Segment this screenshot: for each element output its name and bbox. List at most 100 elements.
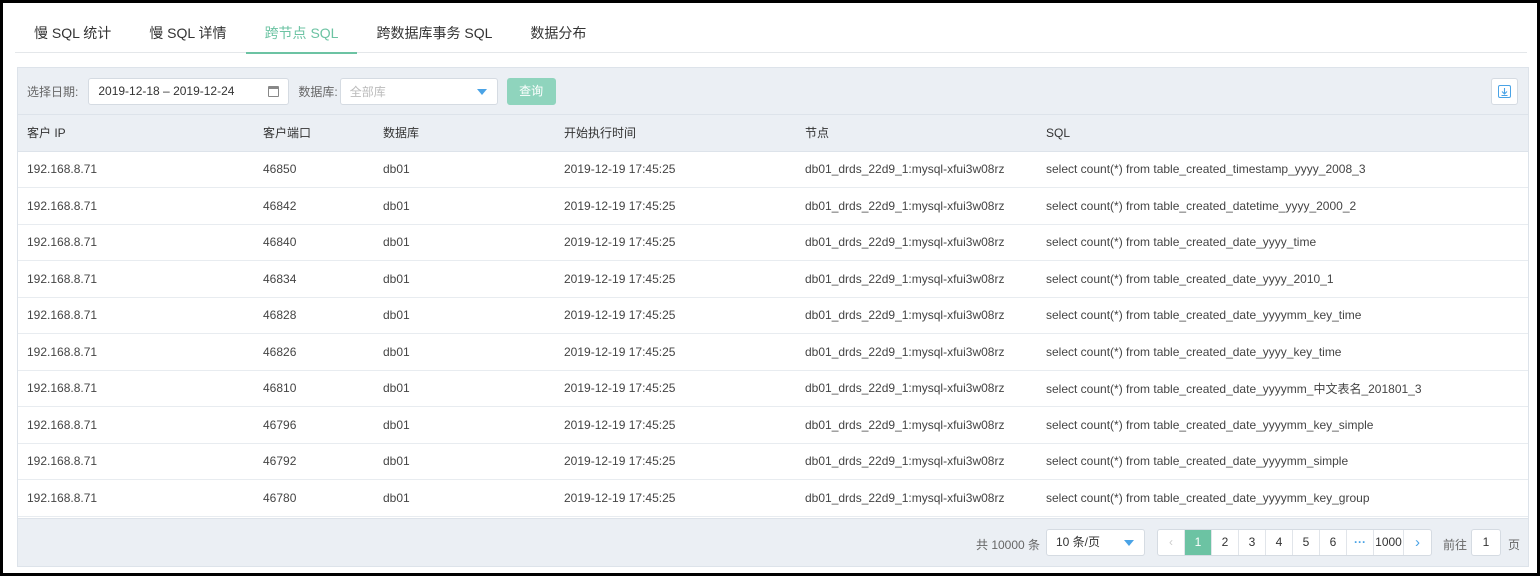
cell-node: db01_drds_22d9_1:mysql-xfui3w08rz: [805, 417, 1005, 432]
date-label: 选择日期:: [27, 84, 79, 99]
table-row[interactable]: 192.168.8.71 46792 db01 2019-12-19 17:45…: [18, 443, 1528, 480]
table-row[interactable]: 192.168.8.71 46828 db01 2019-12-19 17:45…: [18, 297, 1528, 334]
cell-database: db01: [383, 381, 410, 396]
table-row[interactable]: 192.168.8.71 46840 db01 2019-12-19 17:45…: [18, 224, 1528, 261]
page-button[interactable]: 2: [1212, 530, 1239, 555]
cell-database: db01: [383, 271, 410, 286]
cell-database: db01: [383, 308, 410, 323]
cell-start-time: 2019-12-19 17:45:25: [564, 454, 676, 469]
column-header-database[interactable]: 数据库: [383, 115, 564, 152]
cell-node: db01_drds_22d9_1:mysql-xfui3w08rz: [805, 271, 1005, 286]
cell-database: db01: [383, 417, 410, 432]
cell-client-port: 46780: [263, 490, 297, 505]
column-header-client-ip[interactable]: 客户 IP: [18, 115, 263, 152]
cell-client-port: 46792: [263, 454, 297, 469]
cell-database: db01: [383, 344, 410, 359]
cell-client-port: 46840: [263, 235, 297, 250]
cell-client-port: 46826: [263, 344, 297, 359]
cell-client-ip: 192.168.8.71: [27, 417, 98, 432]
database-select-value: 全部库: [349, 84, 386, 99]
table-row[interactable]: 192.168.8.71 46842 db01 2019-12-19 17:45…: [18, 188, 1528, 224]
column-header-sql[interactable]: SQL: [1046, 115, 1528, 152]
cell-node: db01_drds_22d9_1:mysql-xfui3w08rz: [805, 235, 1005, 250]
database-select[interactable]: 全部库: [339, 77, 498, 105]
table-body: 192.168.8.71 46850 db01 2019-12-19 17:45…: [18, 151, 1528, 516]
cell-start-time: 2019-12-19 17:45:25: [564, 235, 676, 250]
cell-database: db01: [383, 162, 410, 177]
cell-client-port: 46842: [263, 198, 297, 213]
cell-sql: select count(*) from table_created_date_…: [1046, 344, 1342, 359]
cell-sql: select count(*) from table_created_times…: [1046, 162, 1366, 177]
cell-client-ip: 192.168.8.71: [27, 271, 98, 286]
chevron-down-icon: [476, 88, 487, 95]
cell-node: db01_drds_22d9_1:mysql-xfui3w08rz: [805, 344, 1005, 359]
tab-cross-db-transaction-sql[interactable]: 跨数据库事务 SQL: [357, 13, 511, 53]
chevron-left-icon[interactable]: ‹: [1158, 530, 1185, 555]
column-header-client-port[interactable]: 客户端口: [263, 115, 383, 152]
table-row[interactable]: 192.168.8.71 46850 db01 2019-12-19 17:45…: [18, 151, 1528, 188]
database-label: 数据库:: [298, 84, 338, 99]
date-range-picker[interactable]: 2019-12-18 – 2019-12-24: [88, 77, 290, 105]
cell-start-time: 2019-12-19 17:45:25: [564, 308, 676, 323]
tab-slow-sql-detail[interactable]: 慢 SQL 详情: [130, 13, 245, 53]
cell-start-time: 2019-12-19 17:45:25: [564, 271, 676, 286]
page-button[interactable]: 5: [1293, 530, 1320, 555]
tab-slow-sql-stats[interactable]: 慢 SQL 统计: [15, 13, 130, 53]
table-row[interactable]: 192.168.8.71 46810 db01 2019-12-19 17:45…: [18, 370, 1528, 407]
cell-sql: select count(*) from table_created_date_…: [1046, 235, 1317, 250]
table-row[interactable]: 192.168.8.71 46780 db01 2019-12-19 17:45…: [18, 480, 1528, 516]
page-size-select[interactable]: 10 条/页: [1046, 529, 1145, 556]
cell-sql: select count(*) from table_created_date_…: [1046, 417, 1374, 432]
cell-node: db01_drds_22d9_1:mysql-xfui3w08rz: [805, 381, 1005, 396]
table-row[interactable]: 192.168.8.71 46834 db01 2019-12-19 17:45…: [18, 261, 1528, 297]
page-button[interactable]: 4: [1266, 530, 1293, 555]
filter-toolbar: 选择日期: 2019-12-18 – 2019-12-24 数据库: 全部库 查…: [18, 68, 1528, 115]
cell-database: db01: [383, 198, 410, 213]
cell-client-ip: 192.168.8.71: [27, 454, 98, 469]
cell-client-port: 46796: [263, 417, 297, 432]
cell-node: db01_drds_22d9_1:mysql-xfui3w08rz: [805, 454, 1005, 469]
cell-database: db01: [383, 235, 410, 250]
table-row[interactable]: 192.168.8.71 46826 db01 2019-12-19 17:45…: [18, 334, 1528, 370]
cell-sql: select count(*) from table_created_date_…: [1046, 308, 1362, 323]
page-button[interactable]: 3: [1239, 530, 1266, 555]
goto-page-input[interactable]: 1: [1471, 529, 1501, 556]
column-header-start-time[interactable]: 开始执行时间: [564, 115, 805, 152]
cell-client-port: 46828: [263, 308, 297, 323]
cell-client-ip: 192.168.8.71: [27, 308, 98, 323]
column-header-node[interactable]: 节点: [805, 115, 1046, 152]
cell-start-time: 2019-12-19 17:45:25: [564, 490, 676, 505]
results-panel: 选择日期: 2019-12-18 – 2019-12-24 数据库: 全部库 查…: [17, 67, 1529, 567]
cell-node: db01_drds_22d9_1:mysql-xfui3w08rz: [805, 162, 1005, 177]
cell-start-time: 2019-12-19 17:45:25: [564, 381, 676, 396]
cell-client-ip: 192.168.8.71: [27, 198, 98, 213]
cell-client-ip: 192.168.8.71: [27, 381, 98, 396]
more-pages-button[interactable]: ···: [1347, 530, 1374, 555]
page-button[interactable]: 6: [1320, 530, 1347, 555]
calendar-icon: [268, 85, 280, 97]
cell-start-time: 2019-12-19 17:45:25: [564, 417, 676, 432]
page-size-value: 10 条/页: [1056, 535, 1101, 549]
pagination-bar: 共 10000 条 10 条/页 ‹ 1 2 3 4 5 6 ··· 1000 …: [18, 518, 1528, 566]
cell-node: db01_drds_22d9_1:mysql-xfui3w08rz: [805, 198, 1005, 213]
download-icon: [1498, 85, 1511, 98]
cell-sql: select count(*) from table_created_date_…: [1046, 381, 1422, 396]
goto-label: 前往: [1443, 538, 1468, 552]
cell-sql: select count(*) from table_created_date_…: [1046, 490, 1370, 505]
cell-client-ip: 192.168.8.71: [27, 344, 98, 359]
tab-cross-node-sql[interactable]: 跨节点 SQL: [245, 13, 358, 54]
page-unit-label: 页: [1508, 538, 1521, 552]
chevron-right-icon[interactable]: ›: [1404, 530, 1431, 555]
query-button[interactable]: 查询: [506, 77, 556, 105]
tab-data-distribution[interactable]: 数据分布: [511, 13, 605, 53]
table-row[interactable]: 192.168.8.71 46796 db01 2019-12-19 17:45…: [18, 407, 1528, 443]
cell-database: db01: [383, 490, 410, 505]
cell-start-time: 2019-12-19 17:45:25: [564, 162, 676, 177]
cell-client-port: 46850: [263, 162, 297, 177]
last-page-button[interactable]: 1000: [1374, 530, 1404, 555]
page-button[interactable]: 1: [1185, 530, 1212, 555]
pager: ‹ 1 2 3 4 5 6 ··· 1000 ›: [1157, 529, 1432, 556]
date-range-value: 2019-12-18 – 2019-12-24: [98, 84, 235, 98]
tab-bar: 慢 SQL 统计 慢 SQL 详情 跨节点 SQL 跨数据库事务 SQL 数据分…: [15, 13, 1527, 54]
download-button[interactable]: [1491, 78, 1518, 105]
